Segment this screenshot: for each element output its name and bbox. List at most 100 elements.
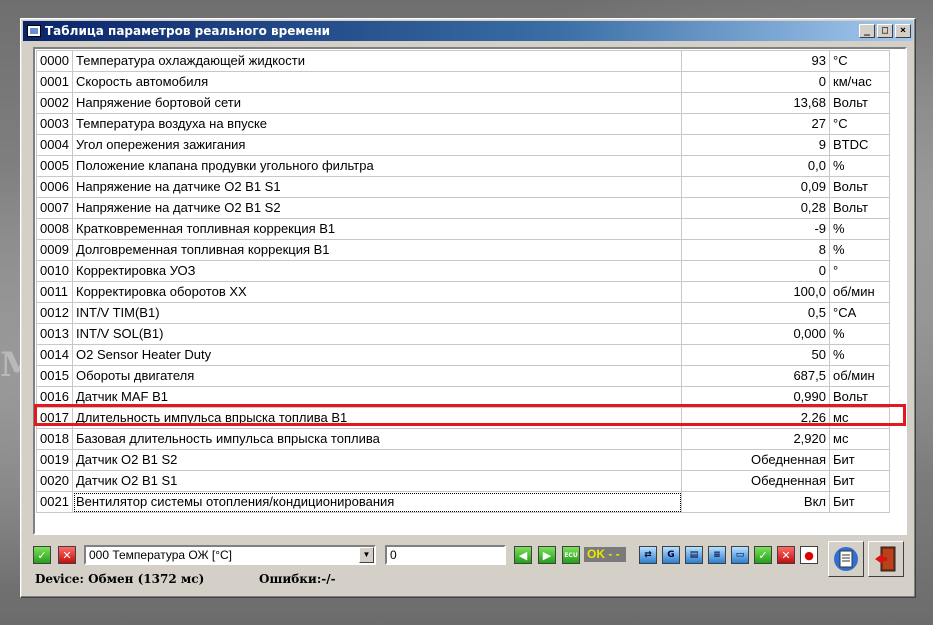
exit-door-icon[interactable] — [868, 541, 904, 577]
param-name: Кратковременная топливная коррекция B1 — [72, 218, 682, 240]
param-id: 0017 — [36, 407, 73, 429]
param-value: 687,5 — [681, 365, 830, 387]
table-row[interactable]: 0020 Датчик O2 B1 S1 Обедненная Бит — [36, 470, 890, 492]
realtime-params-window: Таблица параметров реального времени _ □… — [20, 18, 916, 598]
param-name: Положение клапана продувки угольного фил… — [72, 155, 682, 177]
param-name: Базовая длительность импульса впрыска то… — [72, 428, 682, 450]
param-id: 0004 — [36, 134, 73, 156]
close-button[interactable]: × — [895, 24, 911, 38]
param-unit: км/час — [829, 71, 890, 93]
param-unit: Вольт — [829, 92, 890, 114]
param-id: 0021 — [36, 491, 73, 513]
param-id: 0012 — [36, 302, 73, 324]
minimize-button[interactable]: _ — [859, 24, 875, 38]
title-bar[interactable]: Таблица параметров реального времени _ □… — [23, 21, 913, 41]
param-unit: Вольт — [829, 386, 890, 408]
record-icon[interactable]: ● — [800, 546, 818, 564]
param-id: 0014 — [36, 344, 73, 366]
param-id: 0018 — [36, 428, 73, 450]
param-id: 0007 — [36, 197, 73, 219]
param-value: Вкл — [681, 491, 830, 513]
param-name: Датчик O2 B1 S1 — [72, 470, 682, 492]
param-name: Скорость автомобиля — [72, 71, 682, 93]
status-bar: Device: Обмен (1372 мс) Ошибки:-/- — [35, 572, 735, 590]
db-icon[interactable]: ▤ — [685, 546, 703, 564]
param-name: Датчик MAF B1 — [72, 386, 682, 408]
table-row[interactable]: 0017 Длительность импульса впрыска топлив… — [36, 407, 890, 429]
table-row[interactable]: 0001 Скорость автомобиля 0 км/час — [36, 71, 890, 93]
table-row[interactable]: 0009 Долговременная топливная коррекция B… — [36, 239, 890, 261]
cancel-cross-icon[interactable]: ✕ — [777, 546, 795, 564]
table-row[interactable]: 0007 Напряжение на датчике O2 B1 S2 0,28 Во… — [36, 197, 890, 219]
param-value: 0,28 — [681, 197, 830, 219]
param-name: Напряжение на датчике O2 B1 S1 — [72, 176, 682, 198]
param-unit: мс — [829, 407, 890, 429]
ecu-icon[interactable]: ECU — [562, 546, 580, 564]
value-input[interactable]: 0 — [385, 545, 506, 565]
table-row[interactable]: 0015 Обороты двигателя 687,5 об/мин — [36, 365, 890, 387]
param-value: 13,68 — [681, 92, 830, 114]
table-row[interactable]: 0010 Корректировка УОЗ 0 ° — [36, 260, 890, 282]
table-row[interactable]: 0000 Температура охлаждающей жидкости 93 °C — [36, 50, 890, 72]
param-id: 0013 — [36, 323, 73, 345]
table-row[interactable]: 0011 Корректировка оборотов XX 100,0 об/мин — [36, 281, 890, 303]
param-value: 0,09 — [681, 176, 830, 198]
param-name: O2 Sensor Heater Duty — [72, 344, 682, 366]
param-id: 0011 — [36, 281, 73, 303]
reject-cross-icon[interactable]: ✕ — [58, 546, 76, 564]
table-row[interactable]: 0003 Температура воздуха на впуске 27 °C — [36, 113, 890, 135]
param-id: 0008 — [36, 218, 73, 240]
play-right-icon[interactable]: ▶ — [538, 546, 556, 564]
param-name: Напряжение на датчике O2 B1 S2 — [72, 197, 682, 219]
param-id: 0005 — [36, 155, 73, 177]
table-row[interactable]: 0012 INT/V TIM(B1) 0,5 °CA — [36, 302, 890, 324]
g-icon[interactable]: G — [662, 546, 680, 564]
maximize-button[interactable]: □ — [877, 24, 893, 38]
param-name: INT/V SOL(B1) — [72, 323, 682, 345]
table-row[interactable]: 0021 Вентилятор системы отопления/кондици… — [36, 491, 890, 513]
param-value: 0 — [681, 260, 830, 282]
param-id: 0016 — [36, 386, 73, 408]
chevron-down-icon[interactable]: ▼ — [359, 547, 374, 563]
param-id: 0003 — [36, 113, 73, 135]
window-title: Таблица параметров реального времени — [45, 24, 331, 38]
param-value: 0,000 — [681, 323, 830, 345]
confirm-check-icon[interactable]: ✓ — [754, 546, 772, 564]
bottom-toolbar: ✓ ✕ 000 Температура ОЖ [°C] ▼ 0 ◀ ▶ ECU … — [33, 541, 907, 577]
table-row[interactable]: 0018 Базовая длительность импульса впрыск… — [36, 428, 890, 450]
table-row[interactable]: 0006 Напряжение на датчике O2 B1 S1 0,09 Во… — [36, 176, 890, 198]
accept-check-icon[interactable]: ✓ — [33, 546, 51, 564]
params-table-panel[interactable]: 0000 Температура охлаждающей жидкости 93 °C… — [33, 47, 907, 535]
table-row[interactable]: 0019 Датчик O2 B1 S2 Обедненная Бит — [36, 449, 890, 471]
table-row[interactable]: 0008 Кратковременная топливная коррекция … — [36, 218, 890, 240]
param-unit: ° — [829, 260, 890, 282]
param-value: 27 — [681, 113, 830, 135]
param-name: Долговременная топливная коррекция B1 — [72, 239, 682, 261]
link-icon[interactable]: ⇄ — [639, 546, 657, 564]
param-value: 100,0 — [681, 281, 830, 303]
param-value: 0,5 — [681, 302, 830, 324]
device-status: Device: Обмен (1372 мс) — [35, 572, 205, 586]
param-value: 8 — [681, 239, 830, 261]
param-value: 2,920 — [681, 428, 830, 450]
table-row[interactable]: 0016 Датчик MAF B1 0,990 Вольт — [36, 386, 890, 408]
errors-status: Ошибки:-/- — [259, 572, 336, 586]
doc-icon[interactable] — [828, 541, 864, 577]
param-name: Температура воздуха на впуске — [72, 113, 682, 135]
param-name: INT/V TIM(B1) — [72, 302, 682, 324]
table-row[interactable]: 0014 O2 Sensor Heater Duty 50% — [36, 344, 890, 366]
table-row[interactable]: 0002 Напряжение бортовой сети 13,68 Вольт — [36, 92, 890, 114]
param-name: Корректировка оборотов XX — [72, 281, 682, 303]
monitor-icon[interactable]: ▭ — [731, 546, 749, 564]
param-id: 0010 — [36, 260, 73, 282]
param-unit: °C — [829, 113, 890, 135]
list-icon[interactable]: ≡ — [708, 546, 726, 564]
param-name: Длительность импульса впрыска топлива B1 — [72, 407, 682, 429]
table-row[interactable]: 0005 Положение клапана продувки угольного… — [36, 155, 890, 177]
param-unit: мс — [829, 428, 890, 450]
table-row[interactable]: 0013 INT/V SOL(B1) 0,000% — [36, 323, 890, 345]
play-left-icon[interactable]: ◀ — [514, 546, 532, 564]
param-select[interactable]: 000 Температура ОЖ [°C] ▼ — [84, 545, 376, 565]
table-row[interactable]: 0004 Угол опережения зажигания 9 BTDC — [36, 134, 890, 156]
param-id: 0000 — [36, 50, 73, 72]
